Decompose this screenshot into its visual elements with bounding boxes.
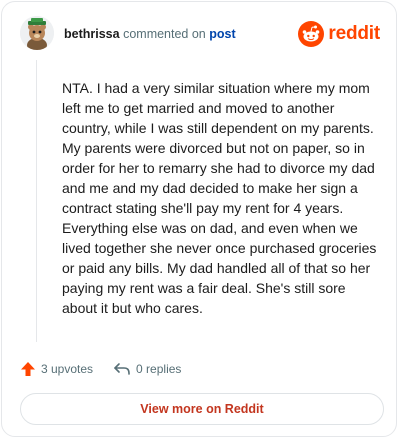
arrow-up-icon xyxy=(21,362,35,376)
comment-meta: bethrissa commented on post xyxy=(64,27,236,41)
reddit-brand[interactable]: reddit xyxy=(298,20,380,48)
reddit-wordmark: reddit xyxy=(328,23,380,44)
reply-arrow-icon xyxy=(114,363,130,375)
avatar-icon xyxy=(20,16,54,50)
replies-button[interactable]: 0 replies xyxy=(113,361,181,377)
username[interactable]: bethrissa xyxy=(64,27,120,41)
reply-count: 0 replies xyxy=(136,362,182,376)
user-avatar[interactable] xyxy=(20,16,54,50)
comment-header: bethrissa commented on post reddit xyxy=(20,16,380,56)
thread-line xyxy=(36,60,37,342)
comment-body: NTA. I had a very similar situation wher… xyxy=(62,80,377,316)
comment-actions: 3 upvotes 0 replies xyxy=(20,358,181,380)
comment-card: bethrissa commented on post reddit NTA. … xyxy=(1,1,397,437)
upvote-count: 3 upvotes xyxy=(41,362,94,376)
post-link[interactable]: post xyxy=(209,27,235,41)
view-more-button[interactable]: View more on Reddit xyxy=(20,393,384,425)
reddit-snoo-icon xyxy=(298,21,325,47)
upvote-button[interactable]: 3 upvotes xyxy=(20,361,93,377)
commented-on-label: commented on xyxy=(123,27,206,41)
